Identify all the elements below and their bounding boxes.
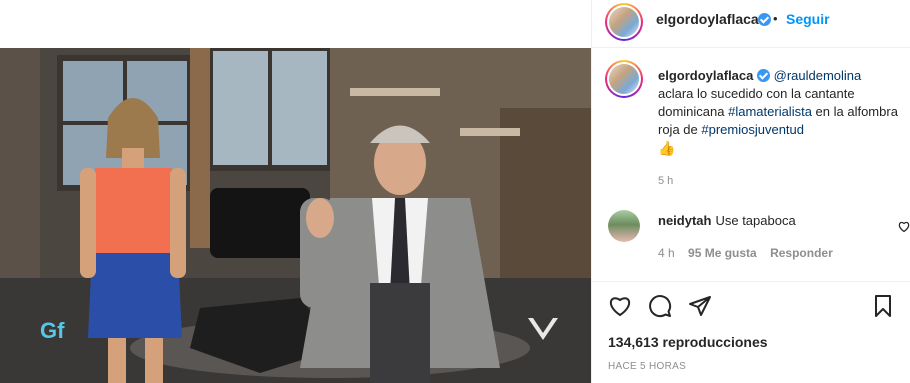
caption-username[interactable]: elgordoylaflaca: [658, 68, 753, 83]
hashtag-link[interactable]: #lamaterialista: [728, 104, 812, 119]
verified-badge-icon: [757, 69, 770, 82]
hashtag-link[interactable]: #premiosjuventud: [701, 122, 804, 137]
comment-body: neidytah Use tapaboca: [658, 213, 796, 228]
comment-meta: 4 h 95 Me gusta Responder: [658, 246, 843, 260]
share-icon[interactable]: [688, 294, 712, 318]
like-comment-icon[interactable]: [898, 221, 910, 232]
heart-icon[interactable]: [608, 294, 632, 318]
account-avatar[interactable]: [605, 3, 643, 41]
media-area: Gf: [0, 0, 591, 383]
post-date[interactable]: HACE 5 HORAS: [608, 361, 686, 372]
follow-button[interactable]: Seguir: [786, 11, 830, 27]
comment-timestamp[interactable]: 4 h: [658, 246, 675, 260]
video-player[interactable]: Gf: [0, 48, 591, 383]
caption-timestamp[interactable]: 5 h: [658, 175, 673, 187]
post-caption: elgordoylaflaca @rauldemolina aclara lo …: [658, 67, 898, 158]
video-frame-illustration: Gf: [0, 48, 591, 383]
mention-link[interactable]: @rauldemolina: [774, 68, 862, 83]
view-count[interactable]: 134,613 reproducciones: [608, 334, 768, 350]
verified-badge-icon: [758, 13, 771, 26]
bookmark-icon[interactable]: [871, 294, 895, 318]
comment-icon[interactable]: [648, 294, 672, 318]
comment-text: Use tapaboca: [715, 213, 796, 228]
commenter-username[interactable]: neidytah: [658, 213, 711, 228]
commenter-avatar[interactable]: [608, 210, 640, 242]
post-panel: elgordoylaflaca • Seguir elgordoylaflaca…: [591, 0, 910, 383]
account-username[interactable]: elgordoylaflaca: [656, 11, 759, 27]
post-actions: [592, 281, 910, 325]
svg-text:Gf: Gf: [40, 318, 65, 343]
reply-button[interactable]: Responder: [770, 246, 833, 260]
thumbs-up-emoji: 👍: [658, 140, 676, 156]
separator-dot: •: [773, 11, 778, 26]
post-header: elgordoylaflaca • Seguir: [592, 0, 910, 48]
comment-likes[interactable]: 95 Me gusta: [688, 246, 757, 260]
caption-avatar[interactable]: [605, 60, 643, 98]
